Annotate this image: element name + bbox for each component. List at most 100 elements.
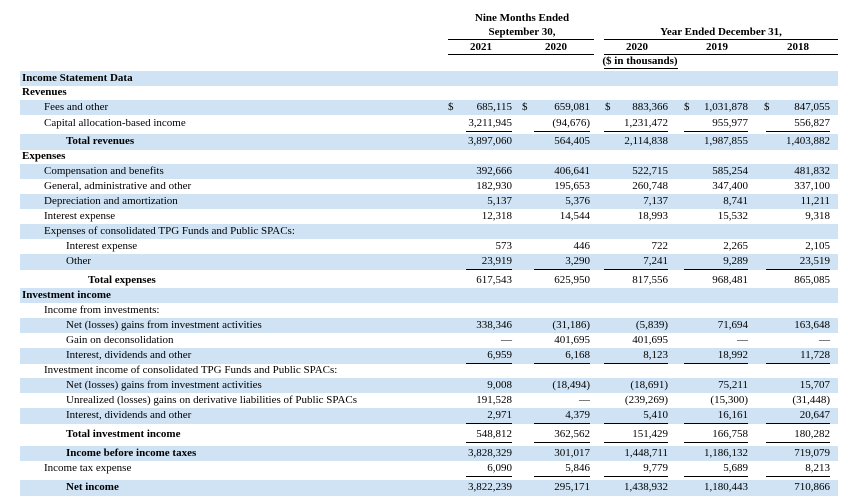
- value-cell: 5,846: [565, 462, 590, 474]
- value-cell: 522,715: [632, 165, 668, 177]
- value-cell: 347,400: [712, 180, 748, 192]
- row-label: Fees and other: [44, 101, 109, 113]
- header-col-2020-nine: 2020: [545, 41, 567, 53]
- table-row: Interest, dividends and other 6,959 6,168 8…: [0, 348, 848, 364]
- value-cell: 23,919: [481, 255, 512, 267]
- value-cell: 295,171: [554, 481, 590, 493]
- total-underline: [466, 442, 512, 443]
- total-underline: [766, 131, 830, 132]
- value-cell: 11,728: [800, 349, 830, 361]
- table-row: Interest expense 12,318 14,544 18,993 15,532…: [0, 209, 848, 224]
- value-cell: 195,653: [554, 180, 590, 192]
- row-shading: [20, 71, 838, 86]
- table-row: Total investment income 548,812 362,562 151…: [0, 427, 848, 443]
- header-nine-months: Nine Months Ended: [474, 12, 570, 24]
- value-cell: 659,081: [554, 101, 590, 113]
- value-cell: 3,897,060: [468, 135, 512, 147]
- header-rule-year-ended: [604, 39, 838, 40]
- row-label: Net (losses) gains from investment activ…: [66, 379, 262, 391]
- value-cell: 338,346: [476, 319, 512, 331]
- value-cell: 12,318: [481, 210, 512, 222]
- value-cell: 5,689: [723, 462, 748, 474]
- value-cell: 8,213: [805, 462, 830, 474]
- value-cell: 556,827: [794, 117, 830, 129]
- table-row: Fees and other $685,115 $659,081 $883,366 $1…: [0, 100, 848, 115]
- value-cell: 2,971: [487, 409, 512, 421]
- value-cell: 163,648: [794, 319, 830, 331]
- value-cell: 406,641: [554, 165, 590, 177]
- table-row: Net (losses) gains from investment activ…: [0, 318, 848, 333]
- table-row: Gain on deconsolidation — 401,695 401,695 — —: [0, 333, 848, 348]
- row-label: Capital allocation-based income: [44, 117, 186, 129]
- value-cell: 3,822,239: [468, 481, 512, 493]
- row-label: Income from investments:: [44, 304, 160, 316]
- total-underline: [534, 476, 590, 477]
- value-cell: 1,438,932: [624, 481, 668, 493]
- total-underline: [534, 131, 590, 132]
- header-col-2018: 2018: [787, 41, 809, 53]
- header-rule-cols-nine: [448, 54, 594, 55]
- table-row: Depreciation and amortization 5,137 5,376 7…: [0, 194, 848, 209]
- value-cell: 446: [573, 240, 591, 252]
- value-cell: 847,055: [794, 101, 830, 113]
- total-underline: [766, 476, 830, 477]
- value-cell: 481,832: [794, 165, 830, 177]
- table-row: Compensation and benefits 392,666 406,641 5…: [0, 164, 848, 179]
- value-cell: 392,666: [476, 165, 512, 177]
- table-row: Income Statement Data: [0, 71, 848, 86]
- value-cell: 2,105: [805, 240, 830, 252]
- total-underline: [466, 476, 512, 477]
- row-label: Total investment income: [66, 428, 181, 440]
- value-cell: 3,211,945: [468, 117, 512, 129]
- row-label: Interest, dividends and other: [66, 409, 192, 421]
- total-underline: [466, 131, 512, 132]
- row-label: Interest expense: [44, 210, 116, 222]
- value-cell: 883,366: [632, 101, 668, 113]
- value-cell: 3,290: [565, 255, 590, 267]
- row-label: Total revenues: [66, 135, 135, 147]
- value-cell: —: [737, 334, 748, 346]
- value-cell: 401,695: [554, 334, 590, 346]
- value-cell: 817,556: [632, 274, 668, 286]
- table-row: Interest expense 573 446 722 2,265 2,105: [0, 239, 848, 254]
- value-cell: 9,318: [805, 210, 830, 222]
- table-row: Expenses: [0, 149, 848, 164]
- value-cell: 5,376: [565, 195, 590, 207]
- table-row: Net (losses) gains from investment activ…: [0, 378, 848, 393]
- total-underline: [604, 476, 668, 477]
- value-cell: (94,676): [552, 117, 590, 129]
- value-cell: (31,448): [792, 394, 830, 406]
- income-statement-table: Nine Months Ended September 30, Year End…: [0, 0, 848, 499]
- value-cell: 6,090: [487, 462, 512, 474]
- value-cell: 11,211: [800, 195, 830, 207]
- total-underline: [466, 423, 512, 424]
- value-cell: 260,748: [632, 180, 668, 192]
- value-cell: 191,528: [476, 394, 512, 406]
- row-label: Net income: [66, 481, 119, 493]
- value-cell: 16,161: [717, 409, 748, 421]
- table-row: General, administrative and other 182,930…: [0, 179, 848, 194]
- value-cell: 18,993: [637, 210, 668, 222]
- row-label: Income tax expense: [44, 462, 132, 474]
- total-underline: [766, 442, 830, 443]
- row-label: Expenses of consolidated TPG Funds and P…: [44, 225, 295, 237]
- row-label: Revenues: [22, 86, 67, 98]
- header-year-ended: Year Ended December 31,: [660, 26, 782, 38]
- row-label: Total expenses: [88, 274, 156, 286]
- row-label: Expenses: [22, 150, 66, 162]
- value-cell: 180,282: [794, 428, 830, 440]
- header-rule-thousands: [604, 68, 678, 69]
- value-cell: 401,695: [632, 334, 668, 346]
- row-label: General, administrative and other: [44, 180, 192, 192]
- value-cell: 585,254: [712, 165, 748, 177]
- table-row: Interest, dividends and other 2,971 4,379 5…: [0, 408, 848, 424]
- table-row: Total expenses 617,543 625,950 817,556 968,4…: [0, 273, 848, 289]
- value-cell: 1,448,711: [624, 447, 668, 459]
- row-label: Investment income: [22, 289, 111, 301]
- table-row: Other 23,919 3,290 7,241 9,289 23,519: [0, 254, 848, 270]
- row-label: Interest, dividends and other: [66, 349, 192, 361]
- value-cell: —: [819, 334, 830, 346]
- total-underline: [534, 442, 590, 443]
- table-row: Unrealized (losses) gains on derivative …: [0, 393, 848, 408]
- header-col-2020: 2020: [626, 41, 648, 53]
